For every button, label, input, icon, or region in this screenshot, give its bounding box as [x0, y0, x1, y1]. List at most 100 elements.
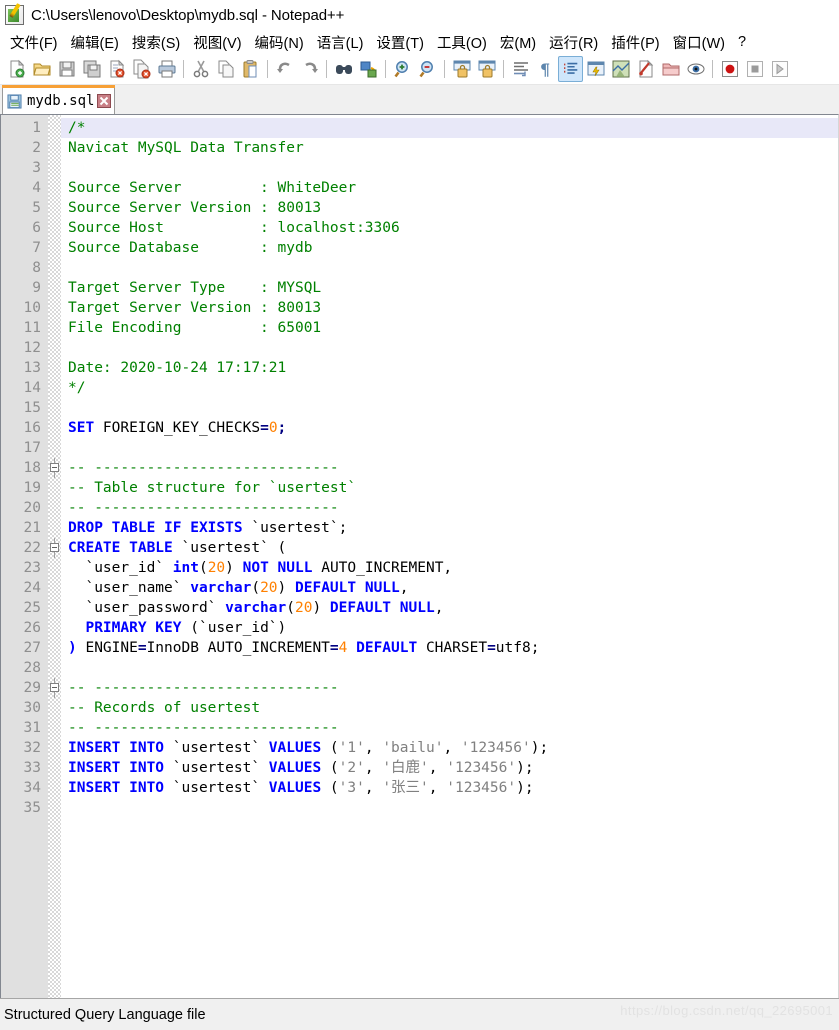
- code-line[interactable]: SET FOREIGN_KEY_CHECKS=0;: [61, 418, 838, 438]
- code-line[interactable]: [61, 398, 838, 418]
- code-line[interactable]: */: [61, 378, 838, 398]
- code-line[interactable]: [61, 158, 838, 178]
- code-line[interactable]: ) ENGINE=InnoDB AUTO_INCREMENT=4 DEFAULT…: [61, 638, 838, 658]
- paste-icon[interactable]: [238, 56, 263, 82]
- sync-horizontal-scroll-icon[interactable]: [474, 56, 499, 82]
- macro-play-icon[interactable]: [767, 56, 792, 82]
- menu-window[interactable]: 窗口(W): [667, 30, 732, 55]
- code-line[interactable]: [61, 438, 838, 458]
- replace-icon[interactable]: [356, 56, 381, 82]
- close-tab-icon[interactable]: [96, 94, 111, 109]
- code-line[interactable]: [61, 798, 838, 818]
- undo-icon[interactable]: [272, 56, 297, 82]
- code-line[interactable]: -- ----------------------------: [61, 498, 838, 518]
- code-token: `usertest`: [164, 760, 269, 776]
- menu-file[interactable]: 文件(F): [4, 30, 65, 55]
- code-line[interactable]: [61, 658, 838, 678]
- code-line[interactable]: CREATE TABLE `usertest` (: [61, 538, 838, 558]
- fold-marker[interactable]: [48, 538, 61, 558]
- redo-icon[interactable]: [297, 56, 322, 82]
- cut-icon[interactable]: [188, 56, 213, 82]
- code-token: ;: [277, 420, 287, 436]
- folder-as-workspace-icon[interactable]: [658, 56, 683, 82]
- document-map-icon[interactable]: [608, 56, 633, 82]
- user-defined-dialog-icon[interactable]: [583, 56, 608, 82]
- code-line[interactable]: -- ----------------------------: [61, 458, 838, 478]
- sync-vertical-scroll-icon[interactable]: [449, 56, 474, 82]
- toolbar-separator: [444, 60, 445, 78]
- menu-help[interactable]: ?: [732, 32, 753, 52]
- code-line[interactable]: -- ----------------------------: [61, 678, 838, 698]
- code-token: =: [487, 640, 496, 656]
- menu-encoding[interactable]: 编码(N): [249, 30, 311, 55]
- code-line[interactable]: `user_name` varchar(20) DEFAULT NULL,: [61, 578, 838, 598]
- menu-tools[interactable]: 工具(O): [431, 30, 494, 55]
- code-line[interactable]: Source Server : WhiteDeer: [61, 178, 838, 198]
- code-line[interactable]: Navicat MySQL Data Transfer: [61, 138, 838, 158]
- code-token: '白鹿': [382, 760, 429, 776]
- code-line[interactable]: /*: [61, 118, 838, 138]
- zoom-in-icon[interactable]: [390, 56, 415, 82]
- copy-icon[interactable]: [213, 56, 238, 82]
- zoom-out-icon[interactable]: [415, 56, 440, 82]
- code-line[interactable]: -- Records of usertest: [61, 698, 838, 718]
- menu-run[interactable]: 运行(R): [543, 30, 605, 55]
- code-line[interactable]: -- ----------------------------: [61, 718, 838, 738]
- fold-marker[interactable]: [48, 458, 61, 478]
- code-line[interactable]: Source Database : mydb: [61, 238, 838, 258]
- new-file-icon[interactable]: [4, 56, 29, 82]
- code-line[interactable]: INSERT INTO `usertest` VALUES ('1', 'bai…: [61, 738, 838, 758]
- fold-marker[interactable]: [48, 678, 61, 698]
- line-number: 35: [23, 800, 41, 816]
- show-indent-guide-icon[interactable]: [558, 56, 583, 82]
- code-line[interactable]: File Encoding : 65001: [61, 318, 838, 338]
- save-icon[interactable]: [54, 56, 79, 82]
- code-line[interactable]: `user_id` int(20) NOT NULL AUTO_INCREMEN…: [61, 558, 838, 578]
- save-all-icon[interactable]: [79, 56, 104, 82]
- code-line[interactable]: DROP TABLE IF EXISTS `usertest`;: [61, 518, 838, 538]
- code-token: ): [312, 600, 330, 616]
- menu-search[interactable]: 搜索(S): [126, 30, 187, 55]
- macro-record-icon[interactable]: [717, 56, 742, 82]
- tab-mydb-sql[interactable]: mydb.sql: [2, 85, 116, 114]
- function-list-icon[interactable]: [633, 56, 658, 82]
- monitoring-icon[interactable]: [683, 56, 708, 82]
- menu-settings[interactable]: 设置(T): [370, 30, 431, 55]
- code-line[interactable]: Source Server Version : 80013: [61, 198, 838, 218]
- code-line[interactable]: [61, 338, 838, 358]
- code-token: ,: [364, 780, 383, 796]
- code-token: CHARSET: [417, 640, 488, 656]
- code-line[interactable]: Date: 2020-10-24 17:17:21: [61, 358, 838, 378]
- menu-macro[interactable]: 宏(M): [494, 30, 543, 55]
- open-file-icon[interactable]: [29, 56, 54, 82]
- macro-stop-icon[interactable]: [742, 56, 767, 82]
- line-number: 4: [32, 180, 41, 196]
- menu-view[interactable]: 视图(V): [187, 30, 248, 55]
- editor-area[interactable]: 1 2 3 4 5 6 7 8 9 10 11 12 13 14 15 16 17 18 19 20 21 22 23 24 2…: [0, 114, 839, 998]
- code-line[interactable]: [61, 258, 838, 278]
- fold-margin-row: [48, 698, 61, 718]
- close-all-icon[interactable]: [129, 56, 154, 82]
- code-line[interactable]: `user_password` varchar(20) DEFAULT NULL…: [61, 598, 838, 618]
- close-file-icon[interactable]: [104, 56, 129, 82]
- code-line[interactable]: INSERT INTO `usertest` VALUES ('3', '张三'…: [61, 778, 838, 798]
- menu-language[interactable]: 语言(L): [311, 30, 371, 55]
- fold-margin[interactable]: [48, 115, 61, 998]
- code-line[interactable]: Target Server Type : MYSQL: [61, 278, 838, 298]
- code-line[interactable]: Source Host : localhost:3306: [61, 218, 838, 238]
- code-token: VALUES: [268, 740, 322, 756]
- code-token: =: [260, 420, 269, 436]
- code-line[interactable]: Target Server Version : 80013: [61, 298, 838, 318]
- code-text-area[interactable]: /* Navicat MySQL Data Transfer Source Ser…: [61, 115, 838, 998]
- print-icon[interactable]: [154, 56, 179, 82]
- word-wrap-icon[interactable]: [508, 56, 533, 82]
- code-token: INSERT INTO: [68, 760, 165, 776]
- code-line[interactable]: PRIMARY KEY (`user_id`): [61, 618, 838, 638]
- code-line[interactable]: -- Table structure for `usertest`: [61, 478, 838, 498]
- show-all-characters-icon[interactable]: ¶: [533, 56, 558, 82]
- menu-edit[interactable]: 编辑(E): [65, 30, 126, 55]
- menu-plugins[interactable]: 插件(P): [605, 30, 666, 55]
- find-icon[interactable]: [331, 56, 356, 82]
- code-line[interactable]: INSERT INTO `usertest` VALUES ('2', '白鹿'…: [61, 758, 838, 778]
